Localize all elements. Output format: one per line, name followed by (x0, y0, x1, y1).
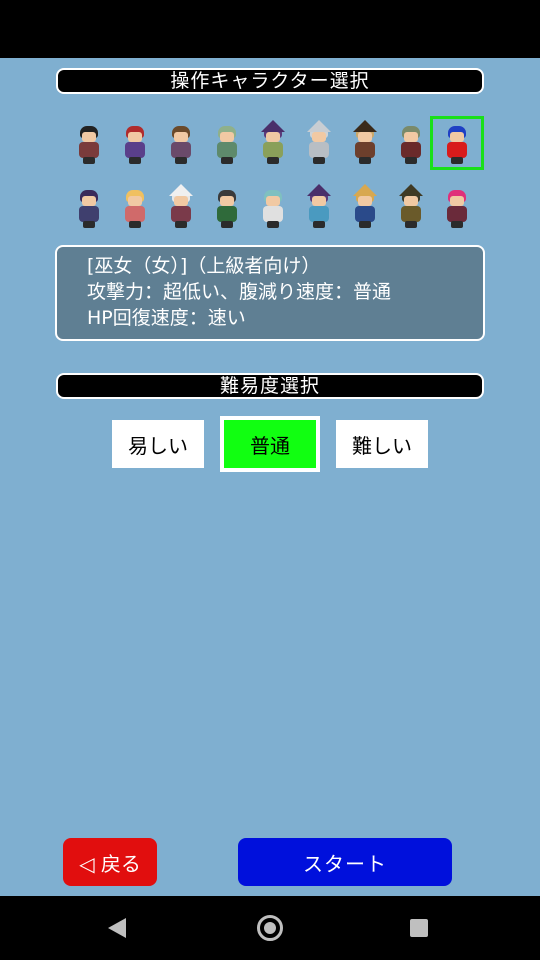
green-cat-person-character[interactable] (204, 120, 250, 166)
pirate-captain-icon (347, 120, 383, 166)
character-row-2 (66, 184, 480, 230)
red-bandana-fighter-icon (117, 120, 153, 166)
dark-hat-sorcerer-character[interactable] (388, 184, 434, 230)
spiky-hair-warrior-character[interactable] (66, 120, 112, 166)
pink-hair-maid-icon (255, 184, 291, 230)
difficulty-easy-button[interactable]: 易しい (112, 420, 204, 468)
start-button[interactable]: スタート (238, 838, 452, 886)
difficulty-section-title: 難易度選択 (56, 373, 484, 399)
dark-hat-sorcerer-icon (393, 184, 429, 230)
blonde-girl-character[interactable] (112, 184, 158, 230)
green-cat-person-icon (209, 120, 245, 166)
blonde-girl-icon (117, 184, 153, 230)
white-hood-nun-character[interactable] (158, 184, 204, 230)
dark-purple-man-icon (71, 184, 107, 230)
purple-hat-witch-icon (255, 120, 291, 166)
blue-hair-shrine-maiden-icon (439, 120, 475, 166)
nav-back-icon[interactable] (108, 918, 126, 938)
red-bandana-fighter-character[interactable] (112, 120, 158, 166)
old-green-man-icon (393, 120, 429, 166)
brown-hair-woman-icon (163, 120, 199, 166)
armored-knight-character[interactable] (296, 120, 342, 166)
pink-hair-maid-character[interactable] (250, 184, 296, 230)
character-row-1 (66, 116, 484, 170)
character-description: [巫女（女）]（上級者向け） 攻撃力：超低い、腹減り速度：普通 HP回復速度：速… (55, 245, 485, 341)
straw-hat-farmer-icon (347, 184, 383, 230)
back-button[interactable]: ◁ 戻る (63, 838, 157, 886)
description-line-3: HP回復速度：速い (87, 307, 246, 329)
difficulty-normal-button[interactable]: 普通 (220, 416, 320, 472)
description-line-1: [巫女（女）]（上級者向け） (87, 255, 321, 277)
app-screen: 操作キャラクター選択 [巫女（女）]（上級者向け） 攻撃力：超低い、腹減り速度：… (0, 58, 540, 896)
pink-hair-girl-character[interactable] (434, 184, 480, 230)
description-line-2: 攻撃力：超低い、腹減り速度：普通 (87, 281, 392, 303)
old-green-man-character[interactable] (388, 120, 434, 166)
armored-knight-icon (301, 120, 337, 166)
purple-hat-witch-character[interactable] (250, 120, 296, 166)
purple-hat-mage-character[interactable] (296, 184, 342, 230)
white-hood-nun-icon (163, 184, 199, 230)
pink-hair-girl-icon (439, 184, 475, 230)
straw-hat-farmer-character[interactable] (342, 184, 388, 230)
navigation-bar (0, 896, 540, 960)
spiky-hair-warrior-icon (71, 120, 107, 166)
blue-hair-shrine-maiden-character[interactable] (430, 116, 484, 170)
pirate-captain-character[interactable] (342, 120, 388, 166)
character-section-title: 操作キャラクター選択 (56, 68, 484, 94)
difficulty-hard-button[interactable]: 難しい (336, 420, 428, 468)
dark-purple-man-character[interactable] (66, 184, 112, 230)
nav-recents-icon[interactable] (410, 919, 428, 937)
status-bar (0, 0, 540, 58)
green-cloak-rogue-icon (209, 184, 245, 230)
purple-hat-mage-icon (301, 184, 337, 230)
nav-home-icon[interactable] (257, 915, 283, 941)
brown-hair-woman-character[interactable] (158, 120, 204, 166)
green-cloak-rogue-character[interactable] (204, 184, 250, 230)
